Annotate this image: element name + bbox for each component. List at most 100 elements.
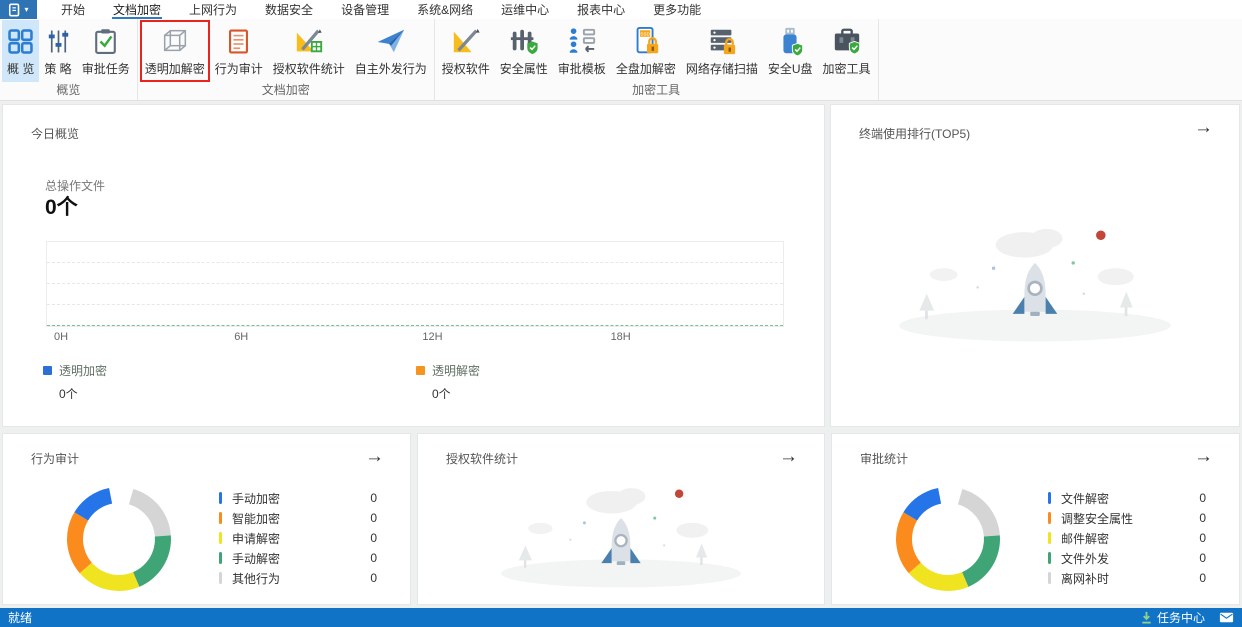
authorized-software-stats-icon	[294, 23, 324, 59]
ribbon-item-full-disk-crypto[interactable]: SSD 全盘加解密	[611, 20, 681, 82]
legend-label: 其他行为	[232, 571, 281, 586]
ribbon-item-label: 透明加解密	[144, 62, 205, 76]
legend-item: 申请解密 0	[219, 528, 377, 548]
arrow-right-icon[interactable]: →	[1194, 444, 1213, 471]
tab-device-management[interactable]: 设备管理	[340, 0, 390, 19]
menu-tabs: 开始 文档加密 上网行为 数据安全 设备管理 系统&网络 运维中心 报表中心 更…	[47, 0, 715, 19]
legend-label: 手动加密	[232, 491, 281, 506]
ribbon-item-authorized-software[interactable]: 授权软件	[437, 20, 495, 82]
approval-tasks-icon	[92, 23, 119, 59]
top-menu-bar: ▾ 开始 文档加密 上网行为 数据安全 设备管理 系统&网络 运维中心 报表中心…	[0, 0, 1242, 19]
tab-start[interactable]: 开始	[60, 0, 86, 19]
arrow-right-icon[interactable]: →	[1194, 115, 1213, 142]
legend-item: 文件外发 0	[1048, 548, 1206, 568]
legend-marker	[219, 572, 222, 584]
ribbon-item-overview[interactable]: 概 览	[2, 20, 40, 82]
status-bar: 就绪 任务中心	[0, 608, 1242, 627]
message-icon[interactable]	[1219, 612, 1234, 623]
x-tick: 12H	[422, 331, 443, 343]
legend-label: 调整安全属性	[1061, 511, 1134, 526]
ribbon-group-crypto-tools: 授权软件 安全属性 审批模板 SSD 全盘加解密 网络存储扫描 安全U盘 加密工…	[435, 19, 879, 100]
ribbon-item-label: 自主外发行为	[354, 62, 427, 76]
legend-label: 邮件解密	[1061, 531, 1110, 546]
ribbon-item-label: 授权软件	[441, 62, 490, 76]
ribbon-item-policy[interactable]: 策 略	[39, 20, 76, 82]
tab-more-functions[interactable]: 更多功能	[652, 0, 702, 19]
tab-system-network[interactable]: 系统&网络	[416, 0, 474, 19]
legend-marker	[1048, 512, 1051, 524]
today-overview-card: 今日概览 总操作文件 0个 0H 6H 12H 18H 透明加密 0个 透明解密…	[2, 104, 825, 427]
legend-item: 其他行为 0	[219, 568, 377, 588]
legend-value: 0	[370, 511, 377, 525]
task-center-button[interactable]: 任务中心	[1140, 609, 1205, 626]
arrow-right-icon[interactable]: →	[365, 444, 384, 471]
outgoing-behavior-icon	[376, 23, 406, 59]
full-disk-crypto-icon: SSD	[631, 23, 661, 59]
legend-value: 0	[370, 491, 377, 505]
approval-template-icon	[567, 23, 597, 59]
legend-marker	[1048, 552, 1051, 564]
ribbon-item-security-attribute[interactable]: 安全属性	[495, 20, 553, 82]
ribbon-group-document-encryption: 透明加解密 行为审计 授权软件统计 自主外发行为 文档加密	[138, 19, 435, 100]
approval-stats-legend: 文件解密 0 调整安全属性 0 邮件解密 0 文件外发 0 离网补时 0	[1048, 488, 1206, 588]
behavior-audit-donut-chart	[67, 487, 171, 592]
x-axis-ticks: 0H 6H 12H 18H	[46, 331, 784, 345]
ribbon-item-crypto-tools[interactable]: 加密工具	[818, 20, 876, 82]
legend-item: 智能加密 0	[219, 508, 377, 528]
app-menu-button[interactable]: ▾	[0, 0, 37, 19]
tab-report-center[interactable]: 报表中心	[576, 0, 626, 19]
gridline	[47, 262, 783, 264]
ribbon-empty-space	[879, 19, 1242, 100]
terminal-usage-rank-card: 终端使用排行(TOP5) →	[830, 104, 1240, 427]
legend-label: 申请解密	[232, 531, 281, 546]
ribbon-item-transparent-crypto[interactable]: 透明加解密	[139, 20, 210, 82]
legend-item: 文件解密 0	[1048, 488, 1206, 508]
legend-item: 手动加密 0	[219, 488, 377, 508]
card-title: 终端使用排行(TOP5)	[859, 127, 971, 141]
legend-value: 0个	[59, 387, 78, 401]
app-logo-icon	[9, 3, 20, 16]
legend-item-transparent-decrypt: 透明解密 0个	[416, 362, 480, 402]
secure-usb-icon	[775, 23, 805, 59]
crypto-tools-icon	[832, 23, 862, 59]
legend-item-transparent-encrypt: 透明加密 0个	[43, 362, 107, 402]
ribbon-item-behavior-audit[interactable]: 行为审计	[210, 20, 268, 82]
legend-value: 0	[1199, 531, 1206, 545]
ribbon-item-authorized-software-stats[interactable]: 授权软件统计	[268, 20, 350, 82]
ribbon-item-label: 审批任务	[81, 62, 130, 76]
tab-document-encryption[interactable]: 文档加密	[112, 0, 163, 19]
legend-marker	[219, 492, 222, 504]
ribbon-item-label: 加密工具	[822, 62, 871, 76]
legend-marker	[1048, 492, 1051, 504]
tab-internet-behavior[interactable]: 上网行为	[188, 0, 238, 19]
total-files-value: 0个	[45, 196, 78, 219]
approval-stats-card: 审批统计 → 文件解密 0 调整安全属性 0 邮件解密 0 文件外发 0 离网补…	[831, 433, 1240, 605]
task-center-label: 任务中心	[1156, 611, 1205, 625]
ribbon-item-network-storage-scan[interactable]: 网络存储扫描	[681, 20, 763, 82]
ribbon-group-label: 概览	[56, 83, 81, 97]
tab-ops-center[interactable]: 运维中心	[500, 0, 550, 19]
x-tick: 6H	[234, 331, 249, 343]
gridline	[47, 304, 783, 306]
ribbon-item-label: 安全属性	[499, 62, 548, 76]
legend-label: 透明解密	[432, 364, 481, 378]
authorized-software-stats-card: 授权软件统计 →	[417, 433, 825, 605]
ribbon-item-secure-usb[interactable]: 安全U盘	[763, 20, 818, 82]
transparent-crypto-cube-icon	[160, 23, 190, 59]
card-title: 授权软件统计	[446, 452, 519, 466]
ribbon-item-approval-template[interactable]: 审批模板	[553, 20, 611, 82]
ribbon-item-outgoing-behavior[interactable]: 自主外发行为	[350, 20, 432, 82]
ribbon-item-label: 安全U盘	[767, 62, 813, 76]
tab-data-security[interactable]: 数据安全	[264, 0, 314, 19]
svg-text:SSD: SSD	[640, 31, 650, 36]
empty-state-illustration	[897, 227, 1173, 343]
ribbon-item-label: 网络存储扫描	[685, 62, 758, 76]
arrow-right-icon[interactable]: →	[779, 444, 798, 471]
ribbon-item-label: 全盘加解密	[615, 62, 676, 76]
ribbon-item-approval-tasks[interactable]: 审批任务	[77, 20, 135, 82]
behavior-audit-icon	[225, 23, 252, 59]
ribbon-item-label: 审批模板	[557, 62, 606, 76]
legend-marker	[1048, 572, 1051, 584]
overview-grid-icon	[7, 23, 34, 59]
gridline	[47, 283, 783, 285]
